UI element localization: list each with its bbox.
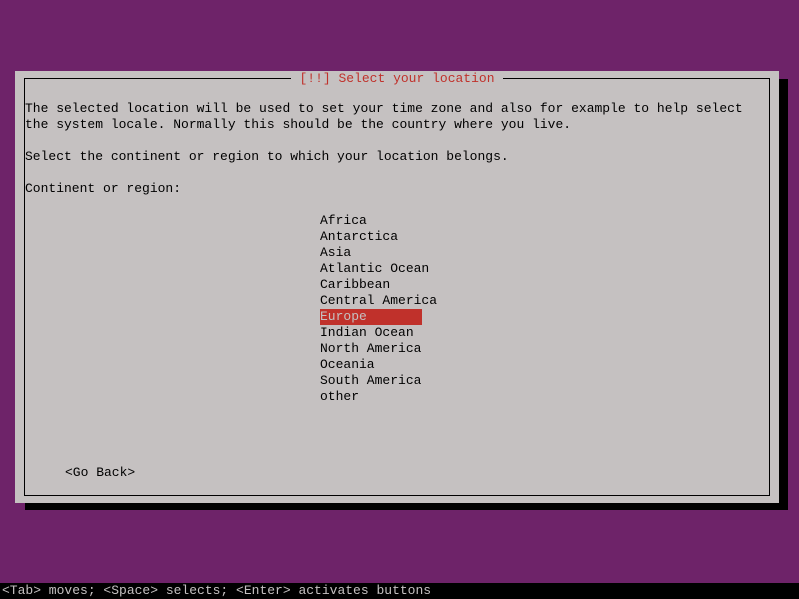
region-option-label: Atlantic Ocean — [320, 261, 469, 277]
region-option[interactable]: other — [25, 389, 769, 405]
region-option[interactable]: Caribbean — [25, 277, 769, 293]
region-option-label: Africa — [320, 213, 407, 229]
region-option[interactable]: Europe — [25, 309, 769, 325]
region-option-label: Caribbean — [320, 277, 430, 293]
intro-paragraph-1: The selected location will be used to se… — [25, 101, 769, 133]
region-option-label: Central America — [320, 293, 477, 309]
list-label: Continent or region: — [25, 181, 769, 197]
region-option[interactable]: Atlantic Ocean — [25, 261, 769, 277]
region-option-label: other — [320, 389, 399, 405]
region-option-label: Asia — [320, 245, 391, 261]
region-option-label: South America — [320, 373, 461, 389]
region-option-label: Indian Ocean — [320, 325, 454, 341]
region-list: AfricaAntarcticaAsiaAtlantic OceanCaribb… — [25, 213, 769, 405]
region-option-label: Oceania — [320, 357, 415, 373]
region-option-label: North America — [320, 341, 461, 357]
intro-paragraph-2: Select the continent or region to which … — [25, 149, 769, 165]
region-option[interactable]: Africa — [25, 213, 769, 229]
dialog-title-wrap: [!!] Select your location — [25, 71, 769, 87]
go-back-button[interactable]: <Go Back> — [65, 465, 135, 481]
region-option[interactable]: Indian Ocean — [25, 325, 769, 341]
region-option[interactable]: South America — [25, 373, 769, 389]
region-option[interactable]: Oceania — [25, 357, 769, 373]
region-option[interactable]: Antarctica — [25, 229, 769, 245]
region-option[interactable]: North America — [25, 341, 769, 357]
dialog-content: The selected location will be used to se… — [25, 101, 769, 405]
region-option-label: Antarctica — [320, 229, 438, 245]
location-dialog: [!!] Select your location The selected l… — [15, 71, 779, 503]
status-bar: <Tab> moves; <Space> selects; <Enter> ac… — [0, 583, 799, 599]
dialog-title: [!!] Select your location — [291, 71, 502, 87]
region-option[interactable]: Central America — [25, 293, 769, 309]
region-option-label: Europe — [320, 309, 422, 325]
region-option[interactable]: Asia — [25, 245, 769, 261]
